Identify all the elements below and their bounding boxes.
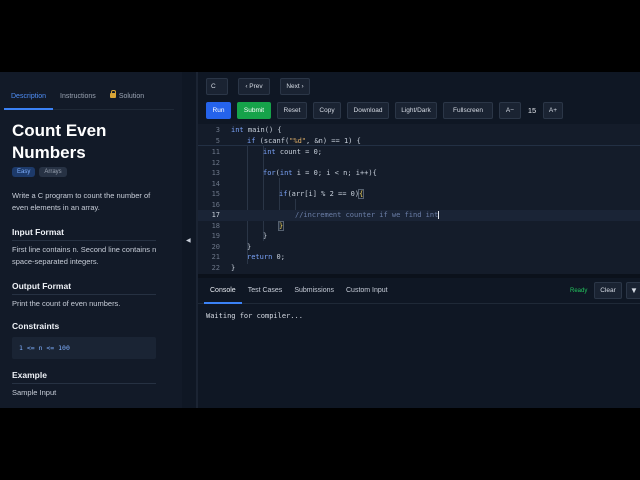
code-text: }: [247, 242, 252, 251]
code-line: 19 }: [198, 231, 640, 242]
code-line: 16: [198, 200, 640, 211]
code-keyword: for: [263, 169, 276, 177]
difficulty-badge: Easy: [12, 167, 36, 177]
problem-panel: Description Instructions Solution Count …: [0, 72, 182, 408]
submit-button[interactable]: Submit: [237, 102, 271, 119]
sticky-scroll-header: 3 int main() { 5 if (scanf("%d", &n) == …: [198, 124, 640, 146]
tab-test-cases[interactable]: Test Cases: [242, 278, 289, 304]
fullscreen-button[interactable]: Fullscreen: [443, 102, 493, 119]
line-number: 21: [211, 253, 220, 261]
input-format-heading: Input Format: [12, 227, 64, 237]
code-line: 3 int main() {: [198, 125, 640, 136]
font-increase-button[interactable]: A+: [543, 102, 563, 119]
tab-console[interactable]: Console: [204, 278, 242, 304]
problem-title: Count Even Numbers: [12, 121, 107, 162]
code-text: (arr[i] % 2 == 0): [287, 190, 360, 198]
current-code-line: 17 //increment counter if we find int: [198, 210, 640, 221]
code-text: i = 0; i < n; i++){: [292, 169, 377, 177]
code-text: 0;: [272, 253, 285, 261]
input-format-text: First line contains n. Second line conta…: [12, 245, 157, 266]
line-number: 19: [211, 232, 220, 240]
line-number: 11: [211, 148, 220, 156]
line-number: 13: [211, 169, 220, 177]
navigation-toolbar: C ‹ Prev Next ›: [206, 78, 310, 95]
tab-solution-label: Solution: [118, 93, 145, 100]
output-format-text: Print the count of even numbers.: [12, 299, 121, 308]
run-button[interactable]: Run: [206, 102, 231, 119]
code-text: main() {: [243, 126, 282, 134]
compiler-status: Ready: [570, 288, 588, 294]
section-divider: [12, 294, 156, 295]
line-number: 3: [215, 126, 220, 134]
code-line: 14: [198, 179, 640, 190]
constraints-heading: Constraints: [12, 321, 60, 331]
topic-badge: Arrays: [39, 167, 67, 177]
lock-icon: [109, 90, 116, 98]
matching-brace: {: [358, 189, 365, 199]
problem-description: Write a C program to count the number of…: [12, 191, 151, 212]
sample-input-label: Sample Input: [12, 388, 57, 397]
problem-tags: Easy Arrays: [12, 167, 67, 177]
console-output: Waiting for compiler...: [206, 312, 303, 320]
code-editor[interactable]: 3 int main() { 5 if (scanf("%d", &n) == …: [198, 124, 640, 274]
code-text: }: [231, 263, 236, 272]
problem-tabs: Description Instructions Solution: [4, 86, 174, 110]
code-text: , &n) == 1) {: [306, 136, 361, 145]
language-select[interactable]: C: [206, 78, 228, 95]
tab-custom-input[interactable]: Custom Input: [340, 278, 394, 304]
copy-button[interactable]: Copy: [313, 102, 341, 119]
matching-brace: }: [277, 220, 285, 231]
code-keyword: int: [263, 148, 276, 156]
reset-button[interactable]: Reset: [277, 102, 307, 119]
line-number: 14: [211, 179, 220, 188]
next-button[interactable]: Next ›: [280, 78, 310, 95]
code-keyword: int: [279, 169, 293, 177]
line-number: 20: [211, 242, 220, 251]
code-practice-app: Description Instructions Solution Count …: [0, 72, 640, 408]
collapse-panel-icon[interactable]: ◀: [186, 237, 191, 244]
section-divider: [12, 240, 156, 241]
editor-panel: C ‹ Prev Next › Run Submit Reset Copy Do…: [198, 72, 640, 408]
code-line: 13 for(int i = 0; i < n; i++){: [198, 168, 640, 179]
code-line: 20 }: [198, 242, 640, 253]
clear-console-button[interactable]: Clear: [594, 282, 622, 299]
code-text: count = 0;: [275, 148, 323, 156]
line-number: 12: [211, 158, 220, 167]
example-heading: Example: [12, 370, 47, 380]
code-line: 12: [198, 158, 640, 169]
code-keyword: return: [247, 253, 273, 261]
code-text: (scanf(: [255, 136, 290, 145]
code-line: 11 int count = 0;: [198, 147, 640, 158]
line-number: 5: [215, 136, 220, 145]
text-cursor: [438, 211, 440, 219]
font-size-value: 15: [527, 106, 537, 115]
theme-toggle-button[interactable]: Light/Dark: [395, 102, 437, 119]
tab-instructions[interactable]: Instructions: [53, 86, 103, 110]
code-line: 5 if (scanf("%d", &n) == 1) {: [198, 136, 640, 147]
output-format-heading: Output Format: [12, 281, 72, 291]
code-comment: //increment counter if we find int: [295, 211, 439, 219]
line-number: 17: [211, 211, 220, 219]
constraints-code: 1 <= n <= 100: [12, 337, 156, 359]
font-decrease-button[interactable]: A−: [499, 102, 521, 119]
tab-description[interactable]: Description: [4, 86, 54, 110]
action-toolbar: Run Submit Reset Copy Download Light/Dar…: [206, 102, 563, 119]
download-button[interactable]: Download: [347, 102, 389, 119]
line-number: 18: [211, 221, 220, 230]
code-line: 22 }: [198, 263, 640, 274]
code-line: 15 if(arr[i] % 2 == 0){: [198, 189, 640, 200]
code-line: 21 return 0;: [198, 252, 640, 263]
code-keyword: int: [231, 126, 244, 134]
tab-solution[interactable]: Solution: [103, 86, 151, 110]
console-menu-icon[interactable]: ▼: [626, 282, 640, 299]
code-line: 18 }: [198, 220, 640, 232]
tab-submissions[interactable]: Submissions: [288, 278, 340, 304]
line-number: 22: [211, 263, 220, 272]
code-text: }: [263, 232, 268, 240]
code-string: "%d": [289, 136, 307, 145]
prev-button[interactable]: ‹ Prev: [238, 78, 270, 95]
line-number: 15: [211, 190, 220, 198]
section-divider: [12, 383, 156, 384]
line-number: 16: [211, 200, 220, 209]
